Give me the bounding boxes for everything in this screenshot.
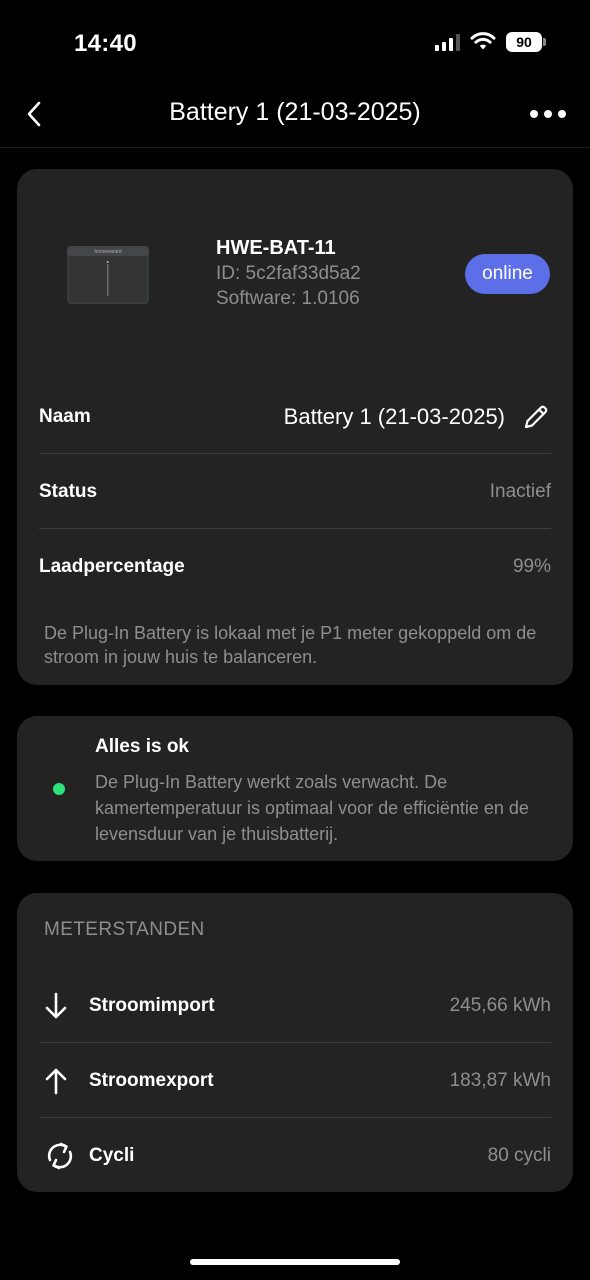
divider — [39, 453, 551, 454]
device-software-version: Software: 1.0106 — [216, 288, 360, 309]
cellular-signal-icon — [435, 33, 460, 51]
divider — [39, 528, 551, 529]
charge-percentage-row: Laadpercentage 99% — [39, 530, 551, 604]
home-indicator[interactable] — [190, 1259, 400, 1265]
meters-heading: METERSTANDEN — [44, 919, 205, 940]
device-card: homewizard HWE-BAT-11 ID: 5c2faf33d5a2 S… — [17, 169, 573, 685]
meter-row-cycles: Cycli 80 cycli — [39, 1119, 551, 1193]
status-icons: 90 — [435, 32, 546, 52]
meter-value: 183,87 kWh — [449, 1070, 551, 1091]
ok-status-dot-icon — [53, 783, 65, 795]
wifi-icon — [470, 32, 496, 50]
charge-percentage-label: Laadpercentage — [39, 556, 185, 577]
device-id: ID: 5c2faf33d5a2 — [216, 263, 361, 284]
device-description: De Plug-In Battery is lokaal met je P1 m… — [44, 623, 537, 667]
name-row[interactable]: Naam Battery 1 (21-03-2025) — [39, 380, 551, 454]
meter-value: 80 cycli — [487, 1145, 551, 1166]
more-options-button[interactable] — [530, 102, 566, 126]
battery-indicator-icon: 90 — [506, 32, 546, 52]
meters-card: METERSTANDEN Stroomimport 245,66 kWh Str… — [17, 893, 573, 1192]
battery-level: 90 — [506, 32, 542, 52]
page-title: Battery 1 (21-03-2025) — [169, 98, 421, 126]
status-label: Status — [39, 481, 98, 502]
divider — [39, 1042, 551, 1043]
divider — [39, 1117, 551, 1118]
meter-row-import: Stroomimport 245,66 kWh — [39, 969, 551, 1043]
battery-device-image: homewizard — [67, 246, 149, 304]
meter-value: 245,66 kWh — [449, 995, 551, 1016]
name-label: Naam — [39, 406, 91, 427]
status-alert-card: Alles is ok De Plug-In Battery werkt zoa… — [17, 716, 573, 861]
status-row: Status Inactief — [39, 455, 551, 529]
meter-label: Stroomexport — [89, 1070, 214, 1091]
device-model: HWE-BAT-11 — [216, 237, 336, 259]
status-time: 14:40 — [74, 30, 137, 57]
more-dot-icon — [530, 110, 538, 118]
status-bar: 14:40 90 — [0, 0, 590, 90]
online-status-badge: online — [465, 254, 550, 294]
cycle-icon — [47, 1142, 73, 1170]
meter-label: Stroomimport — [89, 995, 215, 1016]
svg-text:homewizard: homewizard — [95, 249, 122, 255]
nav-bar: Battery 1 (21-03-2025) — [0, 90, 590, 148]
meter-row-export: Stroomexport 183,87 kWh — [39, 1044, 551, 1118]
alert-title: Alles is ok — [95, 736, 189, 757]
status-value: Inactief — [489, 481, 551, 502]
name-value: Battery 1 (21-03-2025) — [283, 404, 505, 429]
alert-text: De Plug-In Battery werkt zoals verwacht.… — [95, 772, 529, 844]
more-dot-icon — [558, 110, 566, 118]
pencil-edit-icon[interactable] — [521, 402, 551, 432]
charge-percentage-value: 99% — [512, 556, 551, 577]
meter-label: Cycli — [89, 1145, 135, 1166]
arrow-up-icon — [45, 1068, 67, 1095]
more-dot-icon — [544, 110, 552, 118]
arrow-down-icon — [45, 992, 67, 1019]
